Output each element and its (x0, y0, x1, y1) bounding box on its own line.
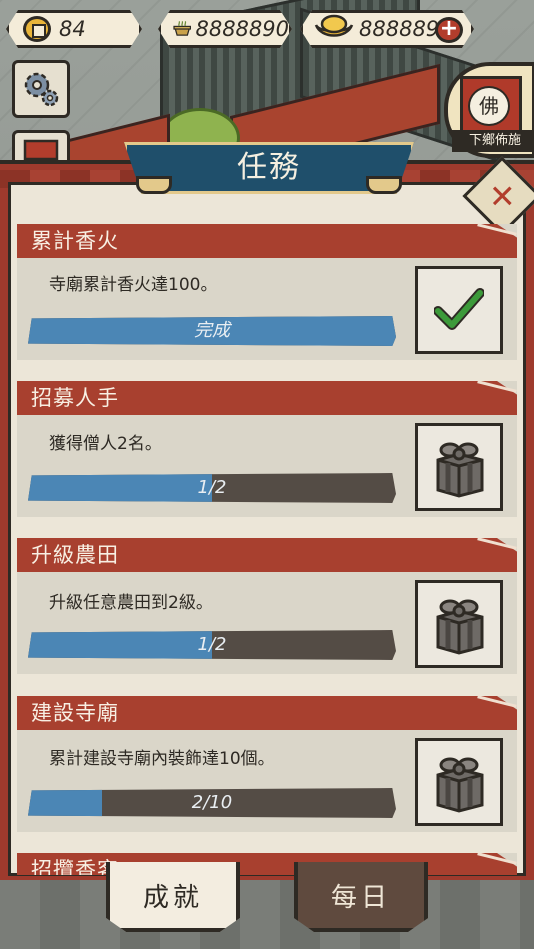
task-description: 寺廟累計香火達100。 (49, 275, 218, 295)
coin-value: 84 (59, 17, 86, 41)
reward-gift-button[interactable] (415, 423, 503, 511)
task-card: 累計香火 寺廟累計香火達100。 完成 (17, 223, 517, 360)
task-description: 獲得僧人2名。 (49, 434, 162, 454)
progress-label: 1/2 (197, 477, 227, 498)
tab-achievement[interactable]: 成就 (106, 862, 240, 932)
incense-counter: 8888890 (158, 10, 292, 48)
claim-reward-button[interactable] (415, 266, 503, 354)
task-title: 累計香火 (31, 229, 119, 253)
gift-icon (436, 599, 484, 655)
progress-label: 完成 (194, 320, 230, 341)
task-description: 升級任意農田到2級。 (49, 593, 213, 613)
task-description: 累計建設寺廟內裝飾達10個。 (49, 749, 275, 769)
settings-button[interactable] (12, 60, 70, 118)
task-title: 建設寺廟 (31, 701, 119, 725)
coin-icon (23, 16, 51, 42)
task-card: 建設寺廟 累計建設寺廟內裝飾達10個。 2/10 (17, 695, 517, 832)
task-card: 招攬香客 (17, 853, 517, 875)
gold-ingot-icon (313, 13, 355, 45)
gear-icon (24, 72, 59, 107)
progress-label: 1/2 (197, 634, 227, 655)
alms-tour-label: 下鄉佈施 (452, 130, 534, 152)
check-icon (434, 288, 484, 330)
gift-icon (436, 757, 484, 813)
incense-burner-icon (173, 13, 191, 45)
buddha-glyph: 佛 (468, 86, 510, 126)
page-title: 任務 (237, 150, 301, 185)
tab-daily[interactable]: 每日 (294, 862, 428, 932)
task-title: 招募人手 (31, 386, 119, 410)
reward-gift-button[interactable] (415, 738, 503, 826)
add-ingots-button[interactable]: + (435, 17, 463, 43)
close-icon: ✕ (488, 177, 516, 215)
reward-gift-button[interactable] (415, 580, 503, 668)
coin-counter: 84 (6, 10, 142, 48)
task-title: 招攬香客 (31, 858, 119, 875)
task-title: 升級農田 (31, 543, 119, 567)
gift-icon (436, 442, 484, 498)
task-card: 招募人手 獲得僧人2名。 1/2 (17, 380, 517, 517)
task-card: 升級農田 升級任意農田到2級。 1/2 (17, 537, 517, 674)
progress-label: 2/10 (191, 792, 233, 813)
alms-tour-button[interactable]: 佛 下鄉佈施 (444, 62, 534, 158)
ingot-counter: 8888892 + (300, 10, 474, 48)
incense-value: 8888890 (195, 17, 289, 41)
